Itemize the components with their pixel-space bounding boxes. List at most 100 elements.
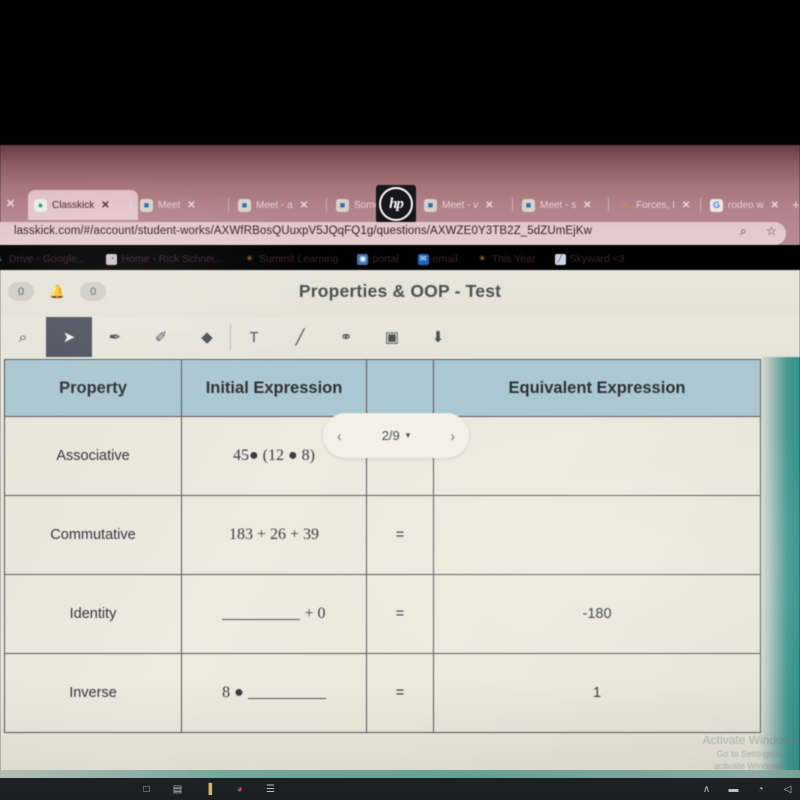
cell-equals: =: [366, 574, 434, 654]
classkick-app: 0 🔔 0 Properties & OOP - Test ⌕ ➤ ✒ ✐ ◆ …: [0, 270, 800, 800]
photo-of-screen: ✕ ● Classkick ✕ ■ Meet ✕ ■ Meet - a ✕ ■ …: [0, 0, 800, 800]
app-icon[interactable]: ☰: [264, 783, 277, 796]
bookmark-skyward[interactable]: ╱ Skyward <3: [554, 253, 625, 265]
close-icon[interactable]: ✕: [300, 200, 308, 211]
meet-icon: ■: [336, 198, 349, 212]
new-tab-button[interactable]: +: [792, 197, 800, 212]
chevron-down-icon[interactable]: ▾: [406, 430, 411, 441]
close-icon[interactable]: ✕: [583, 200, 591, 211]
cell-equivalent-expression[interactable]: -180: [433, 574, 761, 654]
url-input[interactable]: lasskick.com/#/account/student-works/AXW…: [14, 225, 592, 237]
tab-meet-4[interactable]: ■ Meet - s ✕: [516, 190, 620, 220]
cursor-tool[interactable]: ➤: [46, 317, 92, 357]
hp-logo-text: hp: [379, 187, 413, 221]
page-number-label: 2/9: [381, 428, 400, 443]
highlighter-tool[interactable]: ✐: [138, 317, 184, 357]
expr-rest: ● (12 ● 8): [249, 447, 315, 464]
tab-meet-2[interactable]: ■ Meet - a ✕: [232, 190, 336, 220]
meet-icon: ■: [522, 198, 535, 212]
column-header-equivalent-expression: Equivalent Expression: [433, 359, 761, 417]
tab-label: Meet - v: [442, 199, 479, 211]
page-navigator[interactable]: ‹ 2/9 ▾ ›: [323, 413, 469, 458]
chrome-icon[interactable]: ◕: [233, 783, 246, 796]
system-tray: ∧ ▬ ◔ ◁: [700, 783, 794, 796]
tab-divider: [608, 197, 609, 212]
classkick-icon: ●: [34, 198, 47, 212]
cell-equivalent-expression[interactable]: [433, 416, 761, 496]
tab-label: Forces, I: [636, 199, 675, 211]
answer-blank[interactable]: [247, 685, 326, 699]
column-header-property: Property: [4, 359, 182, 417]
close-icon[interactable]: ✕: [187, 200, 195, 211]
battery-icon[interactable]: ▬: [727, 783, 740, 796]
close-icon[interactable]: ✕: [682, 200, 690, 211]
cell-equivalent-expression[interactable]: [433, 495, 761, 575]
microphone-tool[interactable]: ⬇: [415, 317, 461, 357]
taskbar-apps: □ ▤ ▐ ◕ ☰: [140, 783, 277, 796]
tab-forces[interactable]: ✳ Forces, I ✕: [612, 190, 712, 220]
table-row: Commutative 183 + 26 + 39 =: [4, 495, 761, 575]
camera-tool[interactable]: ▣: [369, 317, 415, 357]
tab-label: rodeo w: [728, 199, 764, 211]
bookmark-portal[interactable]: ◉ portal: [357, 253, 399, 265]
pen-tool[interactable]: ✒: [92, 317, 138, 357]
portal-icon: ◉: [357, 253, 369, 265]
email-icon: ✉: [417, 253, 429, 265]
bookmark-drive[interactable]: ▲ Drive - Google...: [0, 253, 85, 265]
network-icon[interactable]: ◔: [754, 783, 767, 796]
bookmark-label: Summit Learning: [258, 253, 339, 265]
prev-page-button[interactable]: ‹: [337, 428, 342, 444]
tab-divider: [130, 197, 131, 212]
tab-rodeo[interactable]: G rodeo w ✕: [704, 190, 800, 220]
tab-classkick[interactable]: ● Classkick ✕: [28, 190, 138, 220]
page-indicator[interactable]: 2/9 ▾: [382, 428, 411, 443]
column-header-initial-expression: Initial Expression: [181, 359, 367, 417]
bookmark-this-year[interactable]: ✳ This Year: [477, 253, 536, 265]
search-icon[interactable]: ⌕: [740, 224, 747, 239]
bookmark-star-icon[interactable]: ☆: [766, 224, 777, 238]
cell-equivalent-expression[interactable]: 1: [433, 653, 761, 733]
close-icon[interactable]: ✕: [101, 200, 109, 211]
cell-initial-expression: + 0: [181, 574, 367, 654]
link-tool[interactable]: ⚭: [323, 317, 369, 357]
windows-taskbar: □ ▤ ▐ ◕ ☰ ∧ ▬ ◔ ◁: [0, 778, 800, 800]
marker-tool[interactable]: ╱: [277, 317, 323, 357]
bookmark-summit-learning[interactable]: ✳ Summit Learning: [244, 253, 338, 265]
explorer-icon[interactable]: ▤: [171, 783, 184, 796]
eraser-tool[interactable]: ◆: [184, 317, 230, 357]
page-title: Properties & OOP - Test: [298, 281, 502, 301]
home-icon: ◔: [106, 253, 118, 265]
bookmark-label: portal: [372, 253, 399, 265]
close-icon[interactable]: ✕: [485, 200, 493, 211]
taskview-icon[interactable]: □: [140, 783, 153, 796]
meet-icon: ■: [140, 198, 153, 212]
app-header: 0 🔔 0 Properties & OOP - Test: [0, 270, 800, 317]
bookmarks-bar: ▲ Drive - Google... ◔ Home - Rick Schnei…: [0, 248, 800, 270]
tab-meet-1[interactable]: ■ Meet ✕: [134, 190, 238, 220]
google-icon: G: [710, 198, 723, 212]
taskbar-top-edge: [0, 770, 800, 778]
bookmark-home[interactable]: ◔ Home - Rick Schnei...: [106, 253, 223, 265]
screen-content: ✕ ● Classkick ✕ ■ Meet ✕ ■ Meet - a ✕ ■ …: [0, 145, 800, 800]
cell-property: Associative: [4, 416, 182, 496]
bookmark-label: email: [432, 253, 458, 265]
volume-icon[interactable]: ◁: [781, 783, 794, 796]
folder-icon[interactable]: ▐: [202, 783, 215, 796]
text-tool[interactable]: T: [231, 317, 277, 357]
expr-prefix: 183 + 26 + 39: [228, 526, 320, 543]
next-page-button[interactable]: ›: [450, 428, 455, 444]
show-hidden-icons[interactable]: ∧: [700, 783, 713, 796]
bookmark-label: This Year: [491, 253, 536, 265]
bookmark-email[interactable]: ✉ email: [417, 253, 458, 265]
tab-divider: [512, 197, 513, 212]
skyward-icon: ╱: [554, 253, 566, 265]
tab-label: Meet - a: [256, 199, 293, 211]
expr-prefix: 45: [233, 447, 249, 464]
bookmark-label: Drive - Google...: [9, 253, 86, 265]
tab-meet-3[interactable]: ■ Meet - v ✕: [418, 190, 522, 220]
answer-blank[interactable]: [222, 606, 301, 620]
thisyear-icon: ✳: [478, 254, 486, 263]
zoom-tool[interactable]: ⌕: [0, 317, 46, 357]
close-icon[interactable]: ✕: [771, 200, 779, 211]
cell-initial-expression: 183 + 26 + 39: [181, 495, 367, 575]
